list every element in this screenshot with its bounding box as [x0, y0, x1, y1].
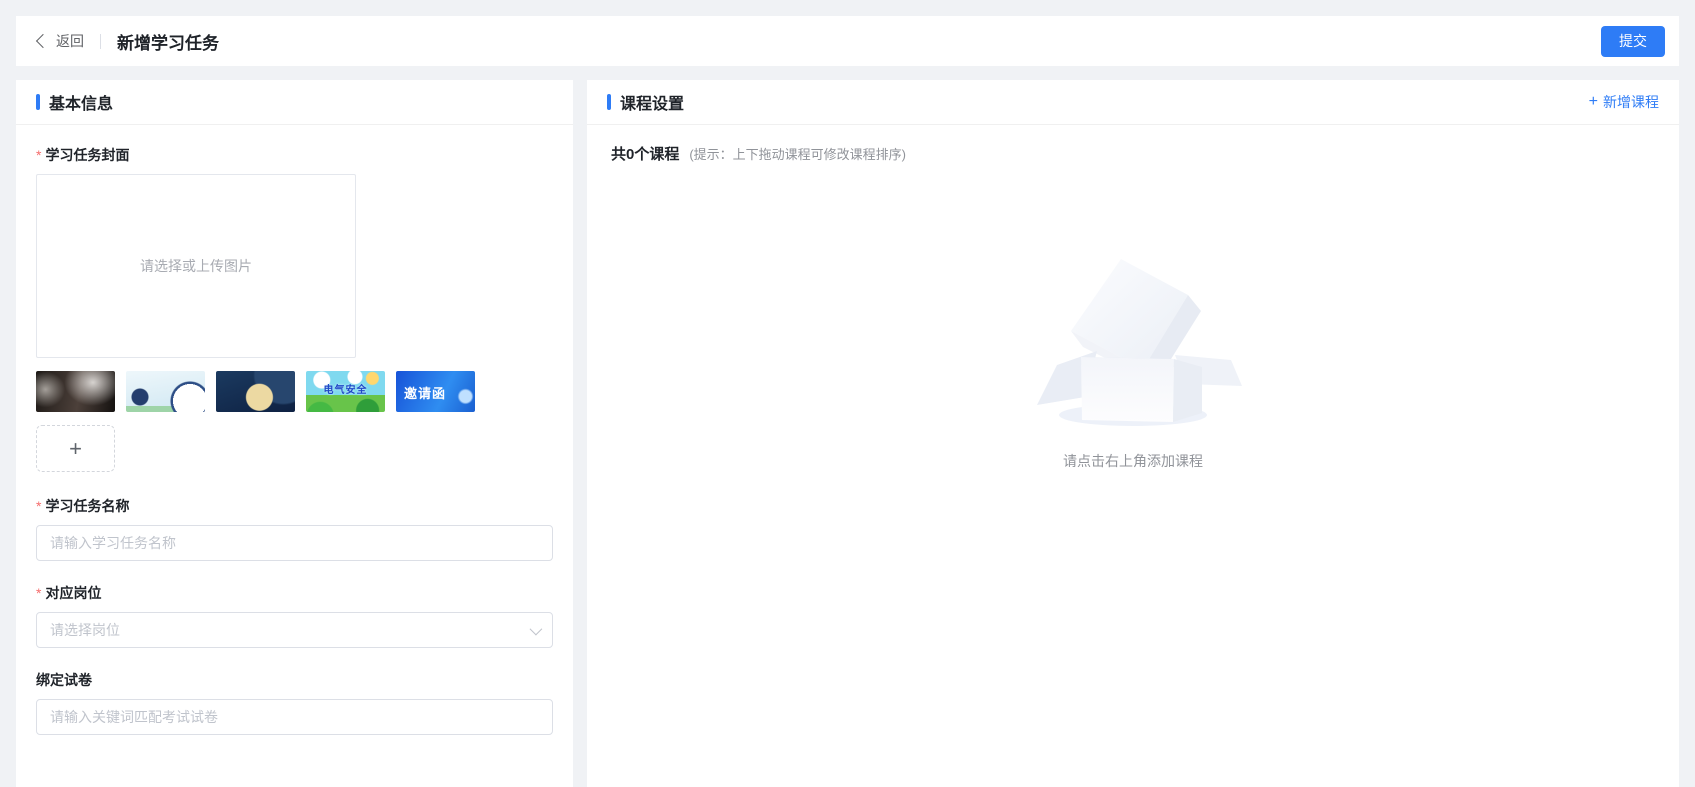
cover-thumbnail-dark-room[interactable]: [36, 371, 115, 412]
page-title: 新增学习任务: [117, 33, 219, 53]
plus-icon: +: [69, 435, 82, 461]
cover-thumbnail-moon-banner[interactable]: [216, 371, 295, 412]
basic-info-title: 基本信息: [49, 96, 114, 113]
empty-box-illustration: [1037, 259, 1242, 426]
cover-label: * 学习任务封面: [36, 147, 130, 163]
chevron-left-icon: [35, 33, 51, 49]
task-name-label: * 学习任务名称: [36, 498, 130, 514]
cover-thumbnail-invitation-banner[interactable]: 邀请函: [396, 371, 475, 412]
plus-icon: +: [1588, 93, 1598, 110]
cover-upload-box[interactable]: 请选择或上传图片: [36, 174, 356, 358]
divider: [100, 33, 101, 49]
required-marker: *: [36, 147, 42, 163]
basic-info-header: 基本信息: [16, 80, 573, 125]
thumbnail-overlay-text: 电气安全: [323, 385, 368, 396]
section-accent-bar: [36, 94, 40, 110]
back-button[interactable]: 返回: [35, 31, 84, 51]
basic-info-panel: 基本信息 * 学习任务封面 请选择或上传图片 电气安全 邀请函 + * 学习任务…: [16, 80, 573, 787]
course-settings-panel: 课程设置 + 新增课程 共0个课程 (提示：上下拖动课程可修改课程排序) 请点击…: [587, 80, 1679, 787]
topbar: 返回 新增学习任务 提交: [16, 16, 1679, 66]
required-marker: *: [36, 585, 42, 601]
exam-paper-input[interactable]: [36, 699, 553, 735]
position-select[interactable]: 请选择岗位: [36, 612, 553, 648]
chevron-down-icon: [529, 622, 543, 635]
cover-upload-placeholder: 请选择或上传图片: [140, 258, 252, 274]
back-label: 返回: [56, 33, 84, 49]
exam-paper-label: 绑定试卷: [36, 672, 92, 688]
thumbnail-overlay-text: 邀请函: [404, 386, 447, 401]
add-cover-button[interactable]: +: [36, 425, 115, 472]
position-label: * 对应岗位: [36, 585, 102, 601]
required-marker: *: [36, 498, 42, 514]
add-course-button[interactable]: + 新增课程: [1589, 92, 1659, 112]
empty-course-state: 请点击右上角添加课程: [587, 243, 1679, 471]
add-course-label: 新增课程: [1603, 94, 1659, 110]
course-settings-header: 课程设置 + 新增课程: [587, 80, 1679, 125]
submit-button[interactable]: 提交: [1601, 25, 1665, 57]
cover-thumbnail-row: 电气安全 邀请函: [36, 371, 553, 412]
course-drag-hint: (提示：上下拖动课程可修改课程排序): [689, 147, 907, 162]
section-accent-bar: [607, 94, 611, 110]
cover-thumbnail-cartoon-banner[interactable]: 电气安全: [306, 371, 385, 412]
empty-course-text: 请点击右上角添加课程: [1063, 453, 1203, 469]
position-select-placeholder: 请选择岗位: [50, 622, 120, 638]
course-count: 共0个课程: [611, 146, 680, 163]
cover-thumbnail-crescent-banner[interactable]: [126, 371, 205, 412]
course-settings-title: 课程设置: [620, 96, 685, 113]
task-name-input[interactable]: [36, 525, 553, 561]
